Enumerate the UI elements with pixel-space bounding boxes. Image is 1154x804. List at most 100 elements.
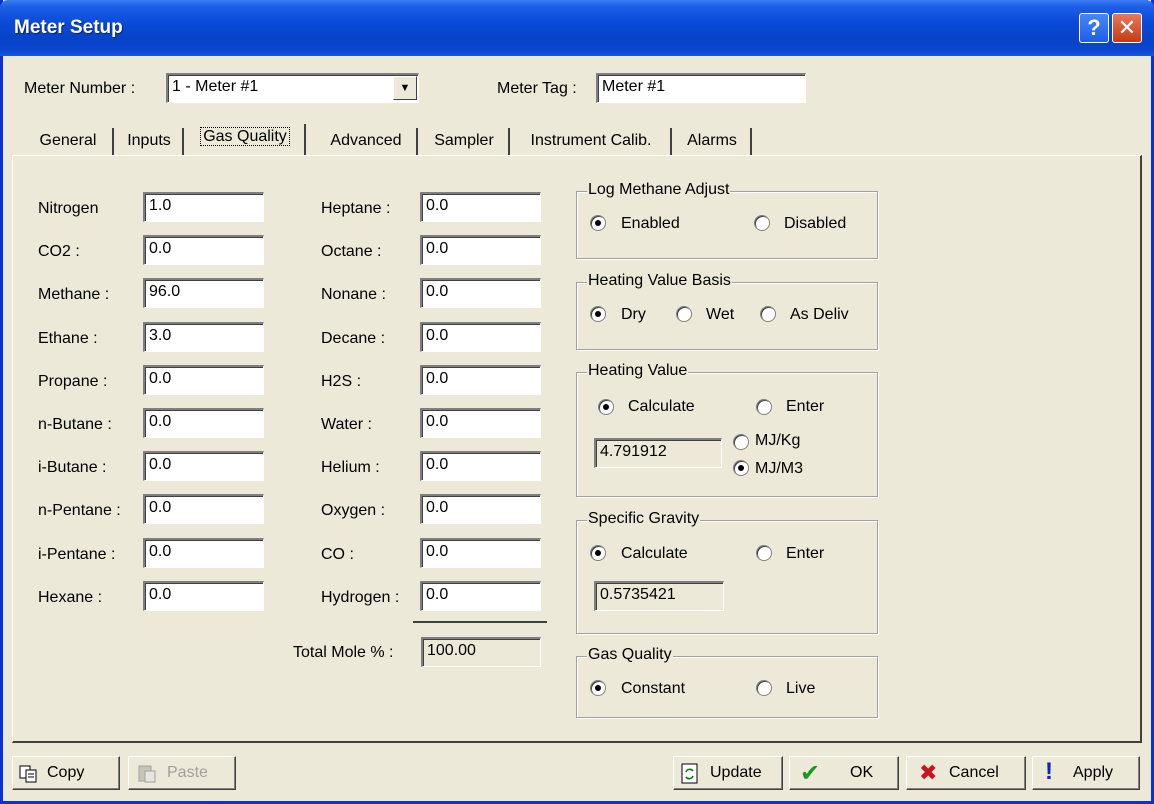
meter-number-label: Meter Number : xyxy=(24,80,136,97)
exclamation-icon: ! xyxy=(1045,758,1053,785)
component-left-label: n-Pentane : xyxy=(38,502,121,519)
unit-mjm3-label: MJ/M3 xyxy=(755,460,803,477)
unit-mjm3-radio[interactable] xyxy=(733,460,749,476)
component-right-label: Octane : xyxy=(321,243,382,260)
heating-basis-asdeliv-radio[interactable] xyxy=(760,306,776,322)
gas-quality-constant-label: Constant xyxy=(621,680,686,697)
chevron-down-icon[interactable]: ▼ xyxy=(393,76,417,100)
copy-button[interactable]: Copy xyxy=(12,756,120,790)
apply-button[interactable]: ! Apply xyxy=(1032,756,1140,790)
checkmark-icon: ✔ xyxy=(800,760,821,787)
meter-number-value: 1 - Meter #1 xyxy=(172,78,259,95)
component-right-label: Hydrogen : xyxy=(321,589,400,606)
unit-mjkg-radio[interactable] xyxy=(733,434,749,450)
specific-gravity-title: Specific Gravity xyxy=(587,510,701,528)
gas-quality-live-label: Live xyxy=(786,680,816,697)
component-left-input[interactable]: 0.0 xyxy=(143,494,264,524)
specific-gravity-calculate-label: Calculate xyxy=(621,545,688,562)
component-right-input[interactable]: 0.0 xyxy=(420,581,541,611)
tab-general[interactable]: General xyxy=(24,128,114,156)
component-left-label: i-Pentane : xyxy=(38,546,116,563)
component-right-input[interactable]: 0.0 xyxy=(420,235,541,265)
component-left-input[interactable]: 0.0 xyxy=(143,408,264,438)
log-methane-enabled-label: Enabled xyxy=(621,215,680,232)
heating-value-group: Heating Value xyxy=(576,362,878,497)
component-left-input[interactable]: 96.0 xyxy=(143,278,264,308)
specific-gravity-group: Specific Gravity xyxy=(576,510,878,634)
close-button[interactable]: ✕ xyxy=(1112,13,1142,43)
component-right-input[interactable]: 0.0 xyxy=(420,451,541,481)
heating-value-enter-radio[interactable] xyxy=(756,399,772,415)
component-left-label: n-Butane : xyxy=(38,416,112,433)
paste-button[interactable]: Paste xyxy=(128,756,236,790)
component-left-input[interactable]: 3.0 xyxy=(143,322,264,352)
component-right-input[interactable]: 0.0 xyxy=(420,322,541,352)
heating-basis-dry-label: Dry xyxy=(621,306,646,323)
ok-button-label: OK xyxy=(850,764,874,781)
component-right-label: Water : xyxy=(321,416,372,433)
tab-alarms[interactable]: Alarms xyxy=(674,128,752,156)
log-methane-enabled-radio[interactable] xyxy=(590,215,606,231)
component-right-label: Helium : xyxy=(321,459,380,476)
log-methane-disabled-label: Disabled xyxy=(784,215,847,232)
component-right-input[interactable]: 0.0 xyxy=(420,365,541,395)
copy-icon xyxy=(19,765,37,783)
heating-basis-wet-radio[interactable] xyxy=(676,306,692,322)
heating-value-calculate-radio[interactable] xyxy=(598,399,614,415)
x-icon: ✖ xyxy=(919,760,938,785)
specific-gravity-field: 0.5735421 xyxy=(594,581,724,611)
cancel-button-label: Cancel xyxy=(949,764,999,781)
component-left-label: Ethane : xyxy=(38,330,98,347)
component-left-input[interactable]: 0.0 xyxy=(143,581,264,611)
apply-button-label: Apply xyxy=(1073,764,1114,781)
meter-number-dropdown[interactable]: 1 - Meter #1 ▼ xyxy=(166,73,419,103)
gas-quality-title: Gas Quality xyxy=(587,646,673,664)
paste-button-label: Paste xyxy=(167,764,208,781)
component-right-label: Decane : xyxy=(321,330,386,347)
update-button[interactable]: Update xyxy=(673,756,783,790)
tab-instrument-calib[interactable]: Instrument Calib. xyxy=(512,128,672,156)
component-left-input[interactable]: 0.0 xyxy=(143,365,264,395)
component-left-input[interactable]: 1.0 xyxy=(143,192,264,222)
heating-basis-dry-radio[interactable] xyxy=(590,306,606,322)
component-right-input[interactable]: 0.0 xyxy=(420,278,541,308)
specific-gravity-enter-label: Enter xyxy=(786,545,825,562)
component-right-label: H2S : xyxy=(321,373,362,390)
total-mole-value: 100.00 xyxy=(421,637,541,667)
total-divider xyxy=(413,621,547,623)
tab-gas-quality[interactable]: Gas Quality xyxy=(186,124,306,156)
update-button-label: Update xyxy=(710,764,762,781)
specific-gravity-calculate-radio[interactable] xyxy=(590,545,606,561)
ok-button[interactable]: ✔ OK xyxy=(789,756,899,790)
heating-basis-asdeliv-label: As Deliv xyxy=(790,306,849,323)
tab-sampler[interactable]: Sampler xyxy=(420,128,510,156)
heating-basis-wet-label: Wet xyxy=(706,306,735,323)
log-methane-title: Log Methane Adjust xyxy=(587,181,731,199)
window-title: Meter Setup xyxy=(14,17,123,38)
tab-advanced[interactable]: Advanced xyxy=(316,128,418,156)
log-methane-disabled-radio[interactable] xyxy=(754,215,770,231)
gas-quality-constant-radio[interactable] xyxy=(590,680,606,696)
component-left-label: Hexane : xyxy=(38,589,103,606)
copy-button-label: Copy xyxy=(47,764,85,781)
component-right-input[interactable]: 0.0 xyxy=(420,192,541,222)
heating-basis-title: Heating Value Basis xyxy=(587,272,732,290)
component-left-input[interactable]: 0.0 xyxy=(143,451,264,481)
component-right-input[interactable]: 0.0 xyxy=(420,494,541,524)
cancel-button[interactable]: ✖ Cancel xyxy=(906,756,1026,790)
update-icon xyxy=(681,763,698,784)
component-right-label: CO : xyxy=(321,546,354,563)
component-right-input[interactable]: 0.0 xyxy=(420,408,541,438)
tab-inputs[interactable]: Inputs xyxy=(116,128,184,156)
total-mole-label: Total Mole % : xyxy=(293,644,394,661)
component-right-input[interactable]: 0.0 xyxy=(420,538,541,568)
meter-tag-input[interactable]: Meter #1 xyxy=(596,73,806,103)
gas-quality-live-radio[interactable] xyxy=(756,680,772,696)
specific-gravity-enter-radio[interactable] xyxy=(756,545,772,561)
help-button[interactable]: ? xyxy=(1079,13,1109,43)
component-left-input[interactable]: 0.0 xyxy=(143,538,264,568)
component-left-input[interactable]: 0.0 xyxy=(143,235,264,265)
component-right-label: Nonane : xyxy=(321,286,386,303)
component-right-label: Oxygen : xyxy=(321,502,386,519)
paste-icon xyxy=(138,765,156,783)
